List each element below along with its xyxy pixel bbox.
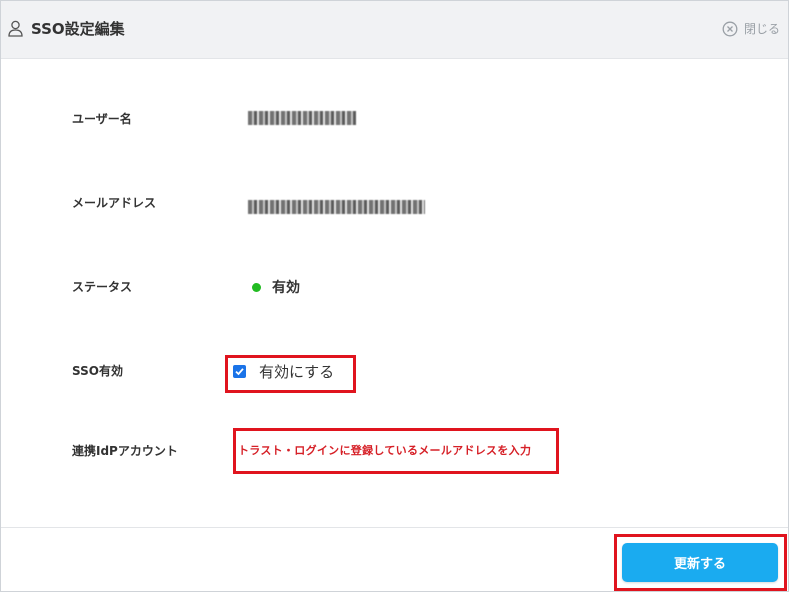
status-label: ステータス	[72, 280, 133, 294]
checkmark-icon	[235, 368, 244, 376]
status-dot-icon	[252, 283, 261, 292]
idp-account-hint: トラスト・ログインに登録しているメールアドレスを入力	[238, 444, 532, 457]
close-label: 閉じる	[743, 22, 780, 36]
update-button[interactable]: 更新する	[622, 543, 778, 582]
sso-enabled-label: SSO有効	[72, 364, 123, 378]
sso-enabled-checkbox-label[interactable]: 有効にする	[259, 361, 334, 383]
username-label: ユーザー名	[72, 112, 132, 126]
email-value-redacted	[248, 200, 425, 214]
close-button[interactable]: 閉じる	[722, 21, 780, 37]
username-value-redacted	[248, 111, 356, 125]
dialog-header: SSO設定編集 閉じる	[1, 1, 788, 59]
close-circle-icon	[722, 21, 738, 37]
dialog-title: SSO設定編集	[31, 20, 125, 38]
user-icon	[8, 20, 23, 37]
status-value: 有効	[272, 280, 300, 296]
email-label: メールアドレス	[72, 196, 157, 210]
idp-account-label: 連携IdPアカウント	[72, 444, 178, 458]
footer-divider	[1, 527, 788, 528]
sso-enabled-checkbox[interactable]	[233, 365, 246, 378]
sso-settings-dialog: SSO設定編集 閉じる ユーザー名 メールアドレス ステータス 有効 SSO有効…	[0, 0, 789, 592]
